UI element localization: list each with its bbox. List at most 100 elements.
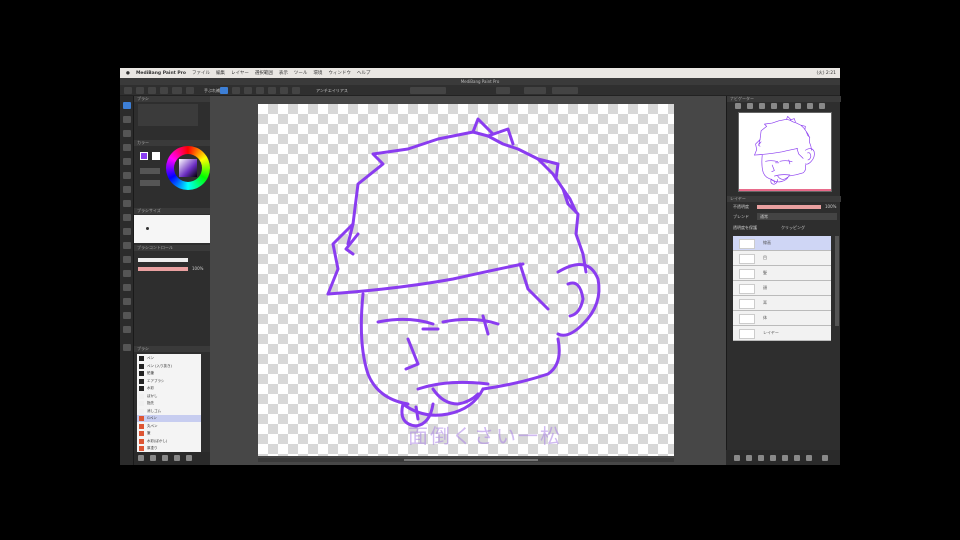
zoom-out-icon[interactable] — [747, 103, 753, 109]
brush-list-item[interactable]: ペン (入り抜き) — [137, 363, 201, 370]
text-tool-icon[interactable] — [123, 284, 131, 291]
snap-circle-button[interactable] — [280, 87, 288, 94]
eraser-tool-icon[interactable] — [123, 116, 131, 123]
brush-opacity-slider[interactable] — [138, 267, 188, 271]
layer-property-icon[interactable] — [806, 455, 812, 461]
duplicate-layer-icon[interactable] — [770, 455, 776, 461]
cloud-icon[interactable] — [172, 87, 182, 94]
add-brush-icon[interactable] — [138, 455, 144, 461]
brush-list-item[interactable]: 厚塗り — [137, 445, 201, 452]
menu-file[interactable]: ファイル — [192, 70, 210, 76]
move-tool-icon[interactable] — [123, 186, 131, 193]
actual-size-icon[interactable] — [771, 103, 777, 109]
eyedropper-tool-icon[interactable] — [123, 326, 131, 333]
color-mode-button[interactable] — [140, 168, 160, 174]
cloud-toggle[interactable] — [496, 87, 510, 94]
magic-wand-tool-icon[interactable] — [123, 228, 131, 235]
drawing-canvas[interactable]: 面倒くさい一松 — [258, 104, 674, 456]
layer-row[interactable]: 線画 — [733, 236, 831, 251]
new-folder-icon[interactable] — [758, 455, 764, 461]
fill-tool-icon[interactable] — [123, 144, 131, 151]
snap-dropdown[interactable] — [410, 87, 446, 94]
menu-settings[interactable]: 環境 — [313, 70, 322, 76]
new-halftone-layer-icon[interactable] — [746, 455, 752, 461]
snap-curve-button[interactable] — [292, 87, 300, 94]
brush-tool-icon[interactable] — [123, 102, 131, 109]
layer-row[interactable]: 耳 — [733, 296, 831, 311]
dot-tool-icon[interactable] — [123, 130, 131, 137]
flip-icon[interactable] — [807, 103, 813, 109]
antialias-label[interactable]: アンチエイリアス — [316, 87, 348, 94]
rotate-left-icon[interactable] — [783, 103, 789, 109]
brush-list-item[interactable]: 消しゴム — [137, 408, 201, 415]
reset-view-icon[interactable] — [819, 103, 825, 109]
snap-radial-button[interactable] — [268, 87, 276, 94]
lasso-tool-icon[interactable] — [123, 214, 131, 221]
undo-icon[interactable] — [186, 87, 194, 94]
brush-list-item[interactable]: 鉛筆 — [137, 370, 201, 377]
apple-icon[interactable]: ● — [126, 71, 130, 76]
clipping-checkbox[interactable]: クリッピング — [781, 225, 805, 231]
brush-cloud-icon[interactable] — [162, 455, 168, 461]
snap-cross-button[interactable] — [244, 87, 252, 94]
brush-list-item[interactable]: Gペン — [137, 415, 201, 422]
brush-size-preview[interactable] — [134, 215, 210, 243]
new-layer-icon[interactable] — [734, 455, 740, 461]
protect-alpha-checkbox[interactable]: 透明度を保護 — [733, 225, 757, 231]
hand-tool-icon[interactable] — [123, 312, 131, 319]
color-swap-icon[interactable] — [123, 344, 131, 351]
layer-row[interactable]: 顔 — [733, 281, 831, 296]
menu-selection[interactable]: 選択範囲 — [255, 70, 273, 76]
menu-tool[interactable]: ツール — [294, 70, 308, 76]
brush-delete-icon[interactable] — [186, 455, 192, 461]
menu-window[interactable]: ウィンドウ — [328, 70, 351, 76]
layer-row[interactable]: 体 — [733, 311, 831, 326]
delete-layer-icon[interactable] — [794, 455, 800, 461]
menu-help[interactable]: ヘルプ — [357, 70, 371, 76]
layer-row[interactable]: 髪 — [733, 266, 831, 281]
menu-layer[interactable]: レイヤー — [231, 70, 249, 76]
snap-vanish-button[interactable] — [256, 87, 264, 94]
layer-menu-icon[interactable] — [822, 455, 828, 461]
brush-list-item[interactable]: 丸ペン — [137, 423, 201, 430]
fit-icon[interactable] — [759, 103, 765, 109]
blend-dropdown[interactable]: 通常 — [757, 213, 837, 220]
menu-icon[interactable] — [124, 87, 132, 94]
shape-tool-icon[interactable] — [123, 172, 131, 179]
brush-list-item[interactable]: 水彩 — [137, 385, 201, 392]
layer-row[interactable]: レイヤー — [733, 326, 831, 341]
snap-parallel-button[interactable] — [232, 87, 240, 94]
gradient-tool-icon[interactable] — [123, 158, 131, 165]
merge-layer-icon[interactable] — [782, 455, 788, 461]
save-icon[interactable] — [160, 87, 168, 94]
brush-list-item[interactable]: 筆 — [137, 430, 201, 437]
select-pen-tool-icon[interactable] — [123, 242, 131, 249]
select-eraser-tool-icon[interactable] — [123, 256, 131, 263]
brush-list-item[interactable]: ぼかし — [137, 393, 201, 400]
brush-copy-icon[interactable] — [174, 455, 180, 461]
new-file-icon[interactable] — [136, 87, 144, 94]
foreground-color-swatch[interactable] — [140, 152, 148, 160]
zoom-in-icon[interactable] — [735, 103, 741, 109]
layer-opacity-slider[interactable] — [757, 205, 821, 209]
open-file-icon[interactable] — [148, 87, 156, 94]
divide-tool-icon[interactable] — [123, 270, 131, 277]
color-wheel[interactable] — [166, 146, 210, 190]
operation-tool-icon[interactable] — [123, 298, 131, 305]
brush-list-item[interactable]: エアブラシ — [137, 378, 201, 385]
background-color-swatch[interactable] — [152, 152, 160, 160]
menu-edit[interactable]: 編集 — [216, 70, 225, 76]
brush-list-item[interactable]: 水彩(ぼかし) — [137, 438, 201, 445]
snap-off-button[interactable] — [220, 87, 228, 94]
navigator-preview[interactable] — [738, 112, 832, 192]
app-name[interactable]: MediBang Paint Pro — [136, 71, 186, 76]
color-history-button[interactable] — [140, 180, 160, 186]
horizontal-scroll-thumb[interactable] — [404, 459, 538, 461]
reference-toggle[interactable] — [552, 87, 578, 94]
layer-scrollbar[interactable] — [835, 236, 839, 326]
brush-size-slider[interactable] — [138, 258, 188, 262]
brush-list-item[interactable]: 指先 — [137, 400, 201, 407]
brush-settings-icon[interactable] — [150, 455, 156, 461]
menu-view[interactable]: 表示 — [279, 70, 288, 76]
brush-list-item[interactable]: ペン — [137, 355, 201, 362]
